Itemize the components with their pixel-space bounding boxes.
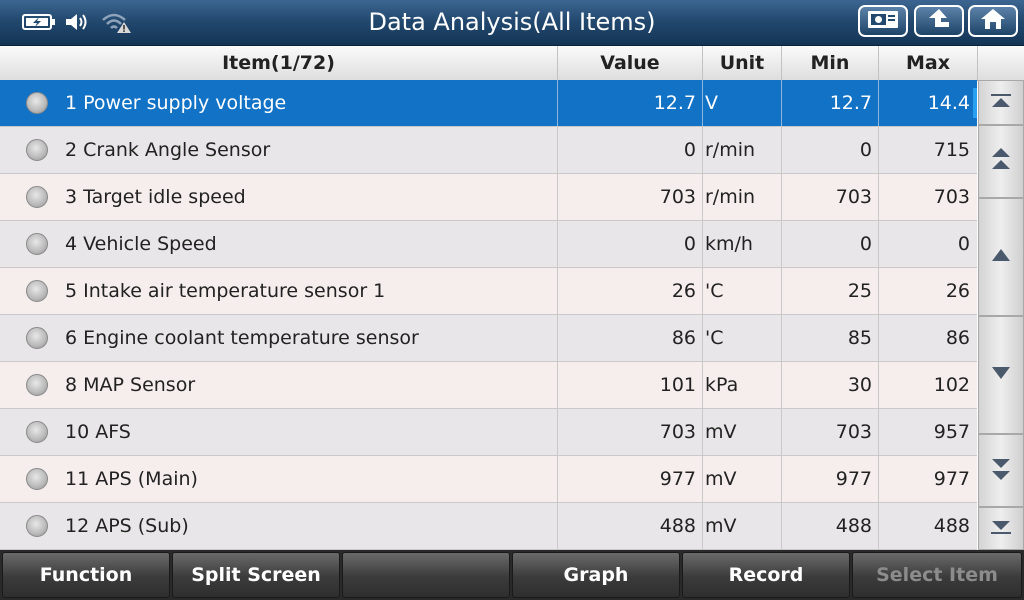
scroll-position-indicator <box>973 88 977 118</box>
column-header-min[interactable]: Min <box>782 46 879 80</box>
column-header-item[interactable]: Item(1/72) <box>0 46 558 80</box>
title-bar: Data Analysis(All Items) <box>0 0 1024 46</box>
table-header: Item(1/72) Value Unit Min Max <box>0 46 1024 81</box>
row-min: 703 <box>782 409 879 455</box>
row-unit: r/min <box>703 127 782 173</box>
row-value: 101 <box>558 362 703 408</box>
scroll-controls <box>978 80 1024 550</box>
table-row[interactable]: 6 Engine coolant temperature sensor 86 'C 8… <box>0 315 977 362</box>
row-value: 86 <box>558 315 703 361</box>
home-button[interactable] <box>968 5 1018 37</box>
page-up-button[interactable] <box>978 125 1024 198</box>
row-unit: mV <box>703 503 782 549</box>
row-unit: mV <box>703 456 782 502</box>
row-unit: 'C <box>703 315 782 361</box>
graph-button[interactable]: Graph <box>512 552 680 598</box>
scroll-top-icon <box>989 93 1013 113</box>
row-min: 12.7 <box>782 80 879 126</box>
row-item-name: 4 Vehicle Speed <box>0 221 558 267</box>
row-min: 977 <box>782 456 879 502</box>
function-button[interactable]: Function <box>2 552 170 598</box>
row-value: 703 <box>558 174 703 220</box>
line-up-button[interactable] <box>978 198 1024 316</box>
table-row[interactable]: 12 APS (Sub) 488 mV 488 488 <box>0 503 977 550</box>
table-row[interactable]: 1 Power supply voltage 12.7 V 12.7 14.4 <box>0 80 977 127</box>
row-unit: km/h <box>703 221 782 267</box>
row-max: 977 <box>933 468 970 490</box>
row-item-name: 11 APS (Main) <box>0 456 558 502</box>
row-max: 26 <box>945 280 970 302</box>
table-row[interactable]: 2 Crank Angle Sensor 0 r/min 0 715 <box>0 127 977 174</box>
data-list: 1 Power supply voltage 12.7 V 12.7 14.4 2 Cra… <box>0 80 977 550</box>
row-max: 715 <box>933 139 970 161</box>
screenshot-button[interactable] <box>858 5 908 37</box>
row-max: 14.4 <box>927 92 970 114</box>
row-max: 703 <box>933 186 970 208</box>
row-max: 0 <box>957 233 970 255</box>
row-value: 12.7 <box>558 80 703 126</box>
table-row[interactable]: 8 MAP Sensor 101 kPa 30 102 <box>0 362 977 409</box>
row-max: 957 <box>933 421 970 443</box>
row-unit: kPa <box>703 362 782 408</box>
row-item-name: 6 Engine coolant temperature sensor <box>0 315 558 361</box>
row-max: 86 <box>945 327 970 349</box>
row-value: 0 <box>558 221 703 267</box>
row-value: 977 <box>558 456 703 502</box>
empty-button[interactable] <box>342 552 510 598</box>
row-item-name: 10 AFS <box>0 409 558 455</box>
table-row[interactable]: 5 Intake air temperature sensor 1 26 'C 25 2… <box>0 268 977 315</box>
back-arrow-icon <box>925 7 953 35</box>
row-min: 0 <box>782 127 879 173</box>
page-down-icon <box>989 455 1013 487</box>
row-min: 85 <box>782 315 879 361</box>
row-min: 25 <box>782 268 879 314</box>
scroll-bottom-icon <box>989 519 1013 539</box>
bottom-toolbar: Function Split Screen Graph Record Selec… <box>0 550 1024 600</box>
line-down-button[interactable] <box>978 316 1024 434</box>
line-down-icon <box>989 365 1013 385</box>
row-value: 26 <box>558 268 703 314</box>
table-row[interactable]: 4 Vehicle Speed 0 km/h 0 0 <box>0 221 977 268</box>
row-value: 0 <box>558 127 703 173</box>
back-button[interactable] <box>914 5 964 37</box>
row-item-name: 12 APS (Sub) <box>0 503 558 549</box>
row-min: 703 <box>782 174 879 220</box>
row-value: 703 <box>558 409 703 455</box>
page-down-button[interactable] <box>978 434 1024 507</box>
screenshot-icon <box>866 8 900 34</box>
row-item-name: 1 Power supply voltage <box>0 80 558 126</box>
row-max: 102 <box>933 374 970 396</box>
column-header-max[interactable]: Max <box>879 46 978 80</box>
split-screen-button[interactable]: Split Screen <box>172 552 340 598</box>
row-item-name: 5 Intake air temperature sensor 1 <box>0 268 558 314</box>
row-item-name: 8 MAP Sensor <box>0 362 558 408</box>
select-item-button[interactable]: Select Item <box>852 552 1022 598</box>
row-unit: r/min <box>703 174 782 220</box>
row-value: 488 <box>558 503 703 549</box>
row-min: 30 <box>782 362 879 408</box>
scroll-bottom-button[interactable] <box>978 507 1024 550</box>
page-up-icon <box>989 146 1013 178</box>
table-row[interactable]: 11 APS (Main) 977 mV 977 977 <box>0 456 977 503</box>
table-row[interactable]: 10 AFS 703 mV 703 957 <box>0 409 977 456</box>
row-unit: V <box>703 80 782 126</box>
record-button[interactable]: Record <box>682 552 850 598</box>
row-min: 488 <box>782 503 879 549</box>
home-icon <box>979 7 1007 35</box>
row-unit: 'C <box>703 268 782 314</box>
column-header-value[interactable]: Value <box>558 46 703 80</box>
column-header-unit[interactable]: Unit <box>703 46 782 80</box>
row-max: 488 <box>933 515 970 537</box>
scroll-top-button[interactable] <box>978 80 1024 125</box>
table-row[interactable]: 3 Target idle speed 703 r/min 703 703 <box>0 174 977 221</box>
row-unit: mV <box>703 409 782 455</box>
line-up-icon <box>989 247 1013 267</box>
row-item-name: 3 Target idle speed <box>0 174 558 220</box>
row-item-name: 2 Crank Angle Sensor <box>0 127 558 173</box>
row-min: 0 <box>782 221 879 267</box>
